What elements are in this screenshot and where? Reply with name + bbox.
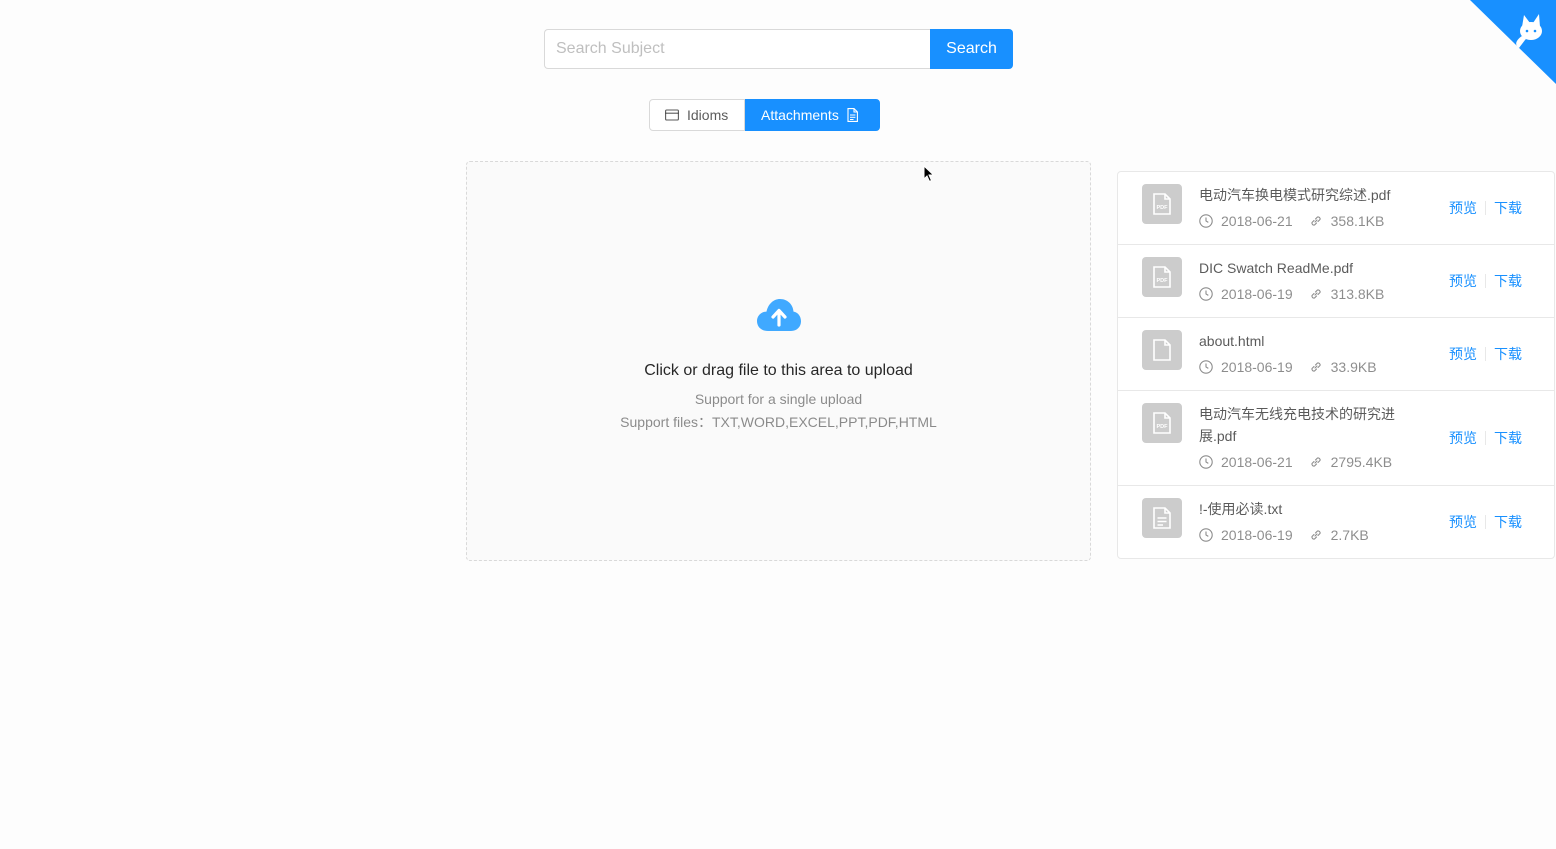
file-text-icon (1153, 507, 1171, 529)
action-divider (1485, 347, 1486, 361)
file-actions: 预览 下载 (1449, 198, 1522, 218)
file-avatar: PDF (1142, 184, 1182, 224)
file-actions: 预览 下载 (1449, 271, 1522, 291)
clock-icon (1199, 455, 1213, 469)
clock-icon (1199, 360, 1213, 374)
upload-text: Click or drag file to this area to uploa… (644, 362, 913, 379)
list-item: PDF DIC Swatch ReadMe.pdf 2018-06-19 313… (1118, 245, 1554, 318)
preview-link[interactable]: 预览 (1449, 198, 1477, 218)
file-name: !-使用必读.txt (1199, 501, 1283, 517)
action-divider (1485, 515, 1486, 529)
file-meta: 2018-06-21 2795.4KB (1199, 451, 1392, 473)
clock-icon (1199, 528, 1213, 542)
preview-link[interactable]: 预览 (1449, 271, 1477, 291)
action-divider (1485, 431, 1486, 445)
file-date: 2018-06-19 (1221, 527, 1293, 543)
tab-attachments-label: Attachments (761, 107, 839, 123)
download-link[interactable]: 下载 (1494, 428, 1522, 448)
file-date: 2018-06-21 (1221, 213, 1293, 229)
file-size: 313.8KB (1330, 286, 1385, 302)
download-link[interactable]: 下载 (1494, 271, 1522, 291)
file-name: 电动汽车无线充电技术的研究进展.pdf (1199, 406, 1395, 444)
tab-idioms-label: Idioms (687, 107, 729, 123)
svg-text:PDF: PDF (1157, 205, 1169, 211)
tab-idioms[interactable]: Idioms (649, 99, 745, 131)
file-date: 2018-06-19 (1221, 286, 1293, 302)
file-text-icon (847, 108, 858, 122)
file-actions: 预览 下载 (1449, 428, 1522, 448)
list-item: PDF 电动汽车无线充电技术的研究进展.pdf 2018-06-21 2795.… (1118, 391, 1554, 486)
file-pdf-icon: PDF (1153, 266, 1171, 288)
preview-link[interactable]: 预览 (1449, 344, 1477, 364)
cloud-upload-icon (757, 299, 801, 331)
link-icon (1311, 457, 1321, 467)
tab-attachments[interactable]: Attachments (745, 99, 880, 131)
file-size: 358.1KB (1330, 213, 1385, 229)
action-divider (1485, 274, 1486, 288)
file-date: 2018-06-19 (1221, 359, 1293, 375)
link-icon (1311, 289, 1321, 299)
file-size: 2.7KB (1330, 527, 1369, 543)
preview-link[interactable]: 预览 (1449, 512, 1477, 532)
upload-dragger[interactable]: Click or drag file to this area to uploa… (466, 161, 1091, 561)
file-avatar (1142, 498, 1182, 538)
link-icon (1311, 362, 1321, 372)
link-icon (1311, 216, 1321, 226)
mouse-cursor-icon (923, 165, 935, 183)
file-name: DIC Swatch ReadMe.pdf (1199, 260, 1354, 276)
action-divider (1485, 201, 1486, 215)
file-meta: 2018-06-19 33.9KB (1199, 356, 1377, 378)
svg-text:PDF: PDF (1157, 278, 1169, 284)
github-corner-icon[interactable] (1470, 0, 1556, 84)
file-date: 2018-06-21 (1221, 454, 1293, 470)
list-item: !-使用必读.txt 2018-06-19 2.7KB 预览 下载 (1118, 486, 1554, 559)
file-name: 电动汽车换电模式研究综述.pdf (1199, 187, 1391, 203)
list-item: PDF 电动汽车换电模式研究综述.pdf 2018-06-21 358.1KB … (1118, 172, 1554, 245)
search-bar: Search (544, 29, 1013, 69)
file-size: 33.9KB (1330, 359, 1377, 375)
svg-text:PDF: PDF (1157, 424, 1169, 430)
preview-link[interactable]: 预览 (1449, 428, 1477, 448)
clock-icon (1199, 214, 1213, 228)
search-input[interactable] (544, 29, 930, 69)
download-link[interactable]: 下载 (1494, 198, 1522, 218)
file-avatar (1142, 330, 1182, 370)
clock-icon (1199, 287, 1213, 301)
file-avatar: PDF (1142, 257, 1182, 297)
file-meta: 2018-06-21 358.1KB (1199, 210, 1384, 232)
file-size: 2795.4KB (1330, 454, 1393, 470)
credit-card-icon (665, 109, 679, 121)
file-actions: 预览 下载 (1449, 512, 1522, 532)
upload-hint-single: Support for a single upload (694, 391, 863, 407)
download-link[interactable]: 下载 (1494, 512, 1522, 532)
link-icon (1311, 530, 1321, 540)
download-link[interactable]: 下载 (1494, 344, 1522, 364)
upload-hint-types: Support files：TXT,WORD,EXCEL,PPT,PDF,HTM… (620, 414, 937, 430)
file-name: about.html (1199, 333, 1265, 349)
list-item: about.html 2018-06-19 33.9KB 预览 下载 (1118, 318, 1554, 391)
file-pdf-icon: PDF (1153, 412, 1171, 434)
file-meta: 2018-06-19 313.8KB (1199, 283, 1384, 305)
file-actions: 预览 下载 (1449, 344, 1522, 364)
file-icon (1153, 339, 1171, 361)
view-switch: Idioms Attachments (649, 99, 880, 131)
file-meta: 2018-06-19 2.7KB (1199, 524, 1369, 546)
file-pdf-icon: PDF (1153, 193, 1171, 215)
attachment-list: PDF 电动汽车换电模式研究综述.pdf 2018-06-21 358.1KB … (1117, 171, 1555, 559)
search-button[interactable]: Search (930, 29, 1013, 69)
file-avatar: PDF (1142, 403, 1182, 443)
